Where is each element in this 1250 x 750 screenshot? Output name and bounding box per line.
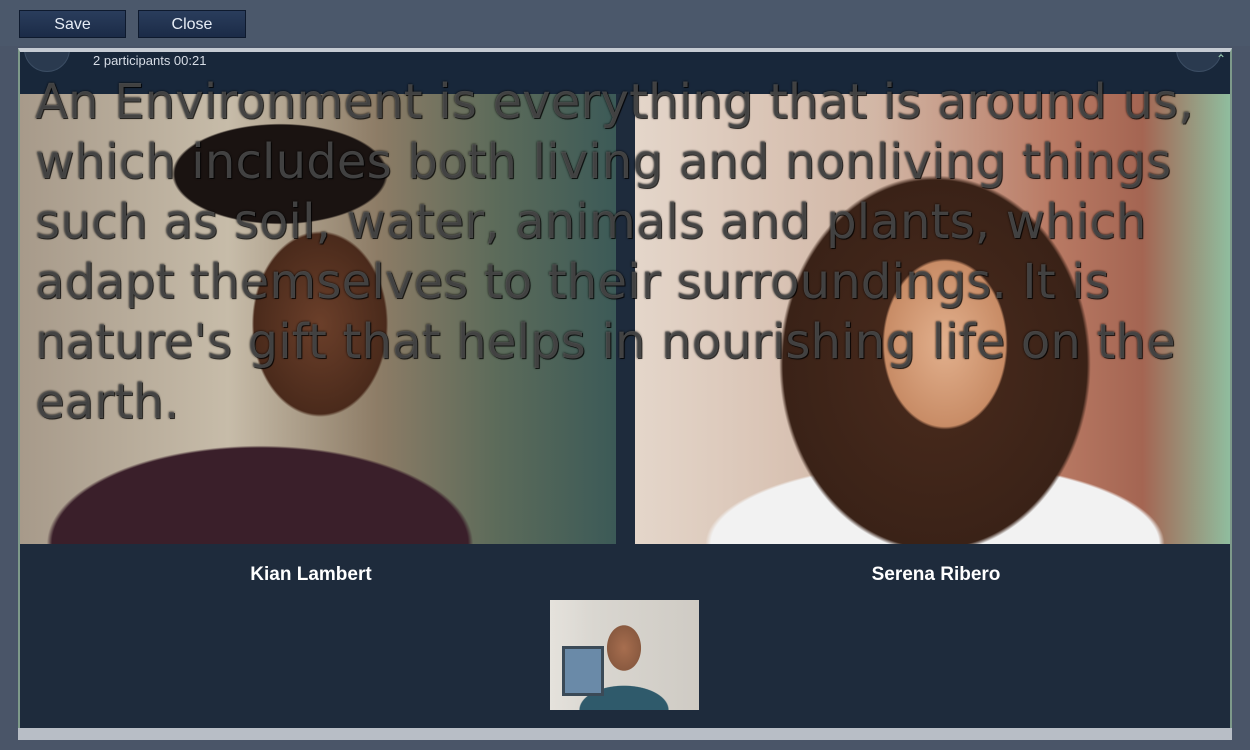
save-button[interactable]: Save bbox=[19, 10, 126, 38]
close-button[interactable]: Close bbox=[138, 10, 246, 38]
self-view-video[interactable] bbox=[550, 600, 699, 710]
wall-picture bbox=[562, 646, 604, 696]
video-tile-kian[interactable] bbox=[20, 94, 616, 544]
window-bottom-bar bbox=[18, 728, 1232, 740]
participant-name: Kian Lambert bbox=[250, 564, 372, 585]
top-toolbar: Save Close bbox=[0, 0, 1250, 46]
call-menu-button[interactable] bbox=[24, 52, 70, 72]
call-header: 2 participants 00:21 ⌃ bbox=[20, 52, 1230, 94]
participants-status: 2 participants 00:21 bbox=[93, 53, 207, 68]
participant-name: Serena Ribero bbox=[871, 564, 1001, 585]
chevron-up-icon[interactable]: ⌃ bbox=[1216, 52, 1226, 66]
video-call-window: 2 participants 00:21 ⌃ Kian Lambert Sere… bbox=[18, 48, 1232, 740]
video-tile-serena[interactable] bbox=[635, 94, 1230, 544]
